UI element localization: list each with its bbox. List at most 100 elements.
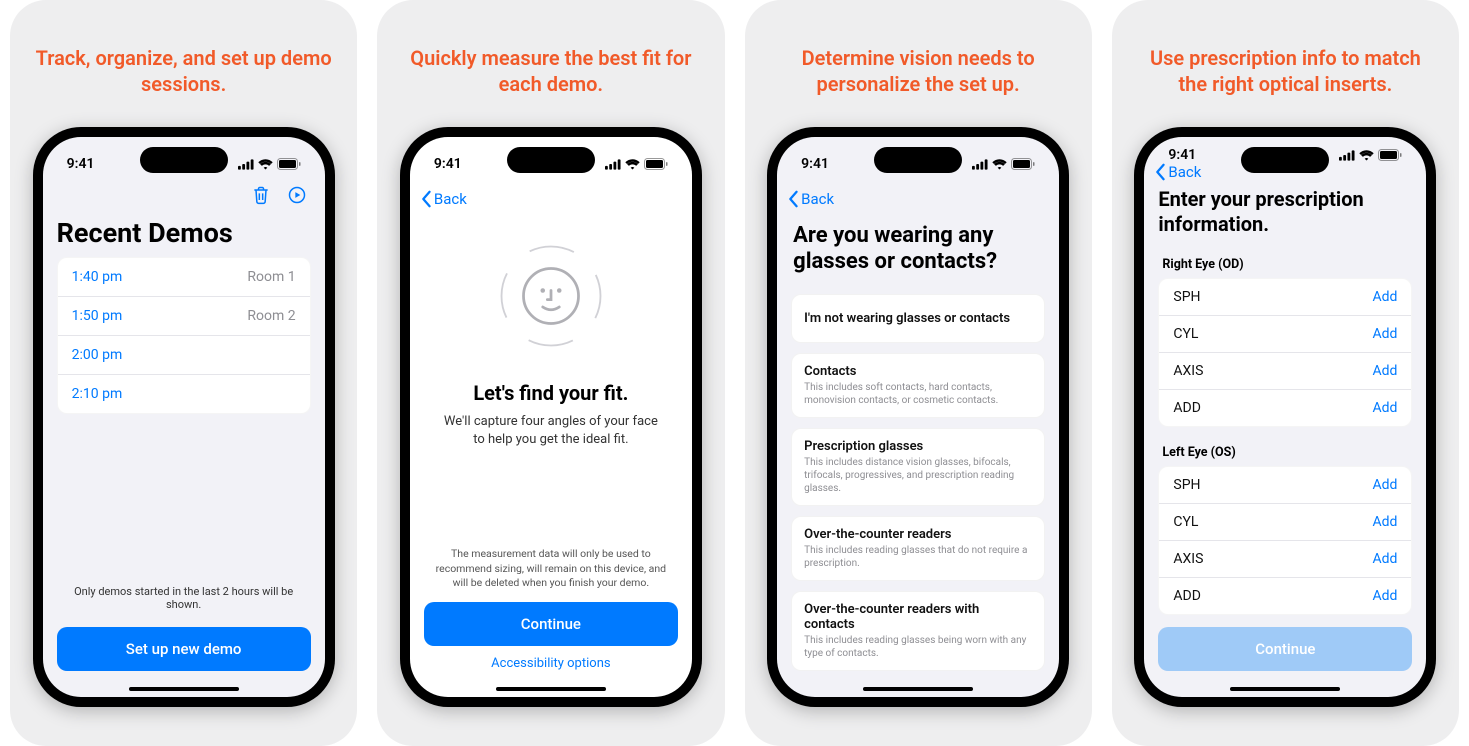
battery-icon	[1011, 158, 1035, 170]
status-time: 9:41	[801, 156, 829, 172]
field-label: AXIS	[1173, 551, 1203, 567]
caption-3: Determine vision needs to personalize th…	[767, 45, 1070, 97]
demo-time: 1:50 pm	[72, 308, 123, 324]
caption-4: Use prescription info to match the right…	[1134, 45, 1437, 97]
list-item[interactable]: 1:40 pm Room 1	[58, 258, 310, 297]
add-button[interactable]: Add	[1372, 400, 1397, 416]
dynamic-island	[1241, 147, 1329, 173]
add-button[interactable]: Add	[1372, 363, 1397, 379]
home-indicator	[496, 687, 606, 691]
wifi-icon	[992, 159, 1007, 170]
add-button[interactable]: Add	[1372, 326, 1397, 342]
field-label: ADD	[1173, 588, 1201, 604]
field-row[interactable]: SPH Add	[1159, 279, 1411, 316]
demo-time: 1:40 pm	[72, 269, 123, 285]
fit-title: Let's find your fit.	[424, 381, 678, 405]
field-row[interactable]: ADD Add	[1159, 578, 1411, 614]
field-label: AXIS	[1173, 363, 1203, 379]
home-indicator	[863, 687, 973, 691]
group-label-left: Left Eye (OS)	[1162, 445, 1412, 460]
option-contacts[interactable]: Contacts This includes soft contacts, ha…	[791, 353, 1045, 418]
back-button[interactable]: Back	[420, 190, 467, 208]
option-title: I'm not wearing glasses or contacts	[804, 311, 1032, 326]
phone-4: 9:41 Back Enter your prescription inform…	[1134, 127, 1436, 707]
field-row[interactable]: SPH Add	[1159, 467, 1411, 504]
field-row[interactable]: CYL Add	[1159, 504, 1411, 541]
status-time: 9:41	[67, 156, 95, 172]
status-time: 9:41	[1168, 147, 1196, 163]
demo-time: 2:00 pm	[72, 347, 123, 363]
status-time: 9:41	[434, 156, 462, 172]
continue-button[interactable]: Continue	[1158, 627, 1412, 671]
field-row[interactable]: ADD Add	[1159, 390, 1411, 426]
field-label: SPH	[1173, 477, 1200, 493]
signal-icon	[1339, 150, 1355, 161]
field-row[interactable]: AXIS Add	[1159, 353, 1411, 390]
prescription-title: Enter your prescription information.	[1158, 187, 1412, 237]
status-icons	[605, 158, 668, 170]
list-item[interactable]: 1:50 pm Room 2	[58, 297, 310, 336]
back-label: Back	[1168, 163, 1201, 181]
chevron-left-icon	[1154, 163, 1166, 181]
option-sub: This includes distance vision glasses, b…	[804, 456, 1032, 495]
accessibility-link[interactable]: Accessibility options	[424, 656, 678, 671]
caption-1: Track, organize, and set up demo session…	[32, 45, 335, 97]
list-item[interactable]: 2:00 pm	[58, 336, 310, 375]
option-otc-readers[interactable]: Over-the-counter readers This includes r…	[791, 516, 1045, 581]
chevron-left-icon	[787, 190, 799, 208]
status-icons	[238, 158, 301, 170]
signal-icon	[605, 159, 621, 170]
phone-3: 9:41 Back Are you wearing any glasses or…	[767, 127, 1069, 707]
field-row[interactable]: CYL Add	[1159, 316, 1411, 353]
demo-room: Room 2	[247, 308, 295, 324]
continue-button[interactable]: Continue	[424, 602, 678, 646]
dynamic-island	[507, 147, 595, 173]
battery-icon	[277, 158, 301, 170]
panel-1: Track, organize, and set up demo session…	[10, 0, 357, 746]
back-label: Back	[801, 190, 834, 208]
left-eye-group: SPH Add CYL Add AXIS Add ADD Add	[1158, 466, 1412, 615]
fit-subtitle: We'll capture four angles of your face t…	[424, 413, 678, 448]
demo-room: Room 1	[247, 269, 295, 285]
dynamic-island	[140, 147, 228, 173]
wifi-icon	[625, 159, 640, 170]
fit-disclaimer: The measurement data will only be used t…	[424, 547, 678, 590]
back-button[interactable]: Back	[1154, 163, 1201, 181]
setup-demo-button[interactable]: Set up new demo	[57, 627, 311, 671]
wifi-icon	[1359, 150, 1374, 161]
add-button[interactable]: Add	[1372, 514, 1397, 530]
option-title: Over-the-counter readers with contacts	[804, 602, 1032, 632]
field-label: CYL	[1173, 514, 1198, 530]
battery-icon	[644, 158, 668, 170]
option-title: Over-the-counter readers	[804, 527, 1032, 542]
list-item[interactable]: 2:10 pm	[58, 375, 310, 413]
option-prescription-glasses[interactable]: Prescription glasses This includes dista…	[791, 428, 1045, 506]
home-indicator	[129, 687, 239, 691]
signal-icon	[238, 159, 254, 170]
field-label: ADD	[1173, 400, 1201, 416]
play-circle-icon[interactable]	[287, 185, 307, 209]
field-label: CYL	[1173, 326, 1198, 342]
signal-icon	[972, 159, 988, 170]
status-icons	[1339, 149, 1402, 161]
back-label: Back	[434, 190, 467, 208]
dynamic-island	[874, 147, 962, 173]
option-otc-readers-contacts[interactable]: Over-the-counter readers with contacts T…	[791, 591, 1045, 671]
page-title: Recent Demos	[57, 217, 311, 249]
panel-2: Quickly measure the best fit for each de…	[377, 0, 724, 746]
question-title: Are you wearing any glasses or contacts?	[791, 223, 1045, 276]
footer-note: Only demos started in the last 2 hours w…	[57, 575, 311, 621]
option-sub: This includes reading glasses that do no…	[804, 544, 1032, 570]
back-button[interactable]: Back	[787, 190, 834, 208]
add-button[interactable]: Add	[1372, 289, 1397, 305]
add-button[interactable]: Add	[1372, 477, 1397, 493]
field-label: SPH	[1173, 289, 1200, 305]
caption-2: Quickly measure the best fit for each de…	[399, 45, 702, 97]
trash-icon[interactable]	[251, 185, 271, 209]
add-button[interactable]: Add	[1372, 588, 1397, 604]
add-button[interactable]: Add	[1372, 551, 1397, 567]
right-eye-group: SPH Add CYL Add AXIS Add ADD Add	[1158, 278, 1412, 427]
option-sub: This includes reading glasses being worn…	[804, 634, 1032, 660]
field-row[interactable]: AXIS Add	[1159, 541, 1411, 578]
option-none[interactable]: I'm not wearing glasses or contacts	[791, 294, 1045, 343]
